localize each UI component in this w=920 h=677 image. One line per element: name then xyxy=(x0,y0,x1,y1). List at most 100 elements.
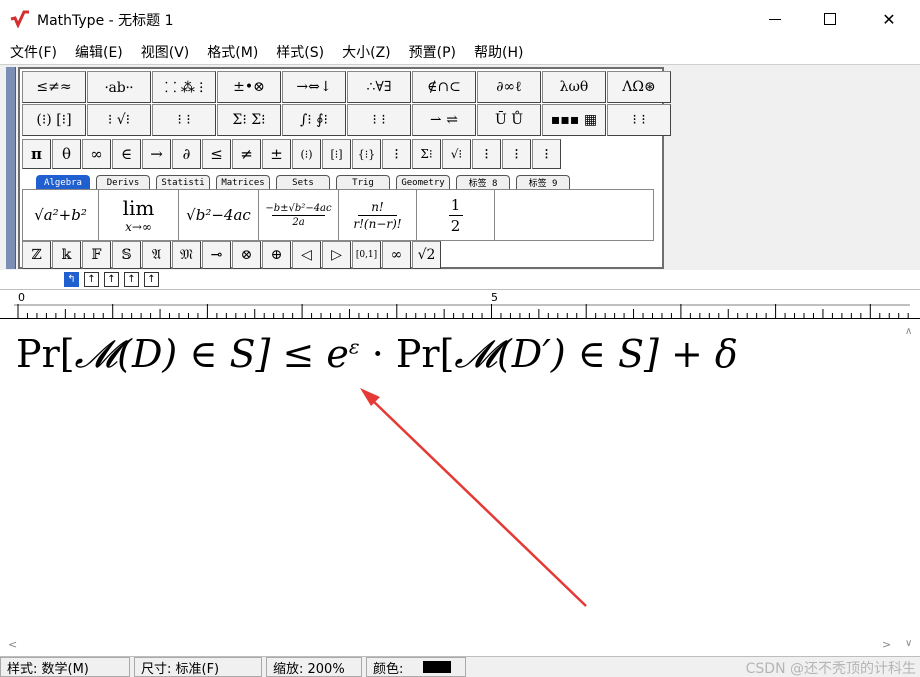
scroll-down-icon[interactable]: ∨ xyxy=(905,638,912,649)
scroll-left-icon[interactable]: < xyxy=(8,638,17,651)
nav-up2-button[interactable]: ↑ xyxy=(104,272,119,287)
tab-algebra[interactable]: Algebra xyxy=(36,175,90,189)
template-pythagoras[interactable]: √a²+b² xyxy=(23,190,99,240)
right-arrow-button[interactable]: → xyxy=(142,139,171,169)
sub-superscript-button[interactable]: ⁝ xyxy=(532,139,561,169)
element-of-button[interactable]: ∈ xyxy=(112,139,141,169)
summation-templates-button[interactable]: Σ⁝ Σ⁝ xyxy=(217,104,281,136)
field-k-symbol-button[interactable]: 𝕜 xyxy=(52,241,81,269)
horizontal-scrollbar[interactable]: < > xyxy=(0,636,900,656)
subscript-button[interactable]: ⁝ xyxy=(502,139,531,169)
scroll-up-icon[interactable]: ∧ xyxy=(905,326,912,337)
parentheses-button[interactable]: (⁝) xyxy=(292,139,321,169)
menu-view[interactable]: 视图(V) xyxy=(141,38,190,64)
braces-button[interactable]: {⁝} xyxy=(352,139,381,169)
close-button[interactable]: ✕ xyxy=(864,0,914,38)
tab-geometry[interactable]: Geometry xyxy=(396,175,450,189)
fraction-radical-templates-button[interactable]: ⁝ √⁝ xyxy=(87,104,151,136)
menu-size[interactable]: 大小(Z) xyxy=(342,38,391,64)
menu-help[interactable]: 帮助(H) xyxy=(474,38,523,64)
theta-symbol-button[interactable]: θ xyxy=(52,139,81,169)
less-equal-button[interactable]: ≤ xyxy=(202,139,231,169)
quadratic-numerator: −b±√b²−4ac xyxy=(265,202,332,214)
greek-upper-palette-button[interactable]: ΛΩ⊛ xyxy=(607,71,671,103)
plus-minus-button[interactable]: ± xyxy=(262,139,291,169)
superscript-button[interactable]: ⁝ xyxy=(472,139,501,169)
summation-button[interactable]: Σ⁝ xyxy=(412,139,441,169)
minimize-button[interactable] xyxy=(750,0,800,38)
maximize-button[interactable] xyxy=(805,0,855,38)
tab-nav-buttons: ↰ ↑ ↑ ↑ ↑ xyxy=(64,272,164,287)
square-root-button[interactable]: √⁝ xyxy=(442,139,471,169)
nav-up3-button[interactable]: ↑ xyxy=(124,272,139,287)
tab-derivs[interactable]: Derivs xyxy=(96,175,150,189)
nav-up4-button[interactable]: ↑ xyxy=(144,272,159,287)
circle-plus-button[interactable]: ⊕ xyxy=(262,241,291,269)
ruler: 0 5 xyxy=(0,289,920,319)
tab-label-9[interactable]: 标签 9 xyxy=(516,175,570,189)
closed-interval-button[interactable]: [0,1] xyxy=(352,241,381,269)
embellishments-palette-button[interactable]: ⸬ ⁂ ⁝ xyxy=(152,71,216,103)
fraktur-a-symbol-button[interactable]: 𝔄 xyxy=(142,241,171,269)
matrix-templates-button[interactable]: ▪▪▪ ▦ xyxy=(542,104,606,136)
template-one-half[interactable]: 1 2 xyxy=(417,190,495,240)
menu-preferences[interactable]: 预置(P) xyxy=(409,38,456,64)
pi-symbol-button[interactable]: π xyxy=(22,139,51,169)
fraction-button[interactable]: ⁝ xyxy=(382,139,411,169)
misc-symbols-palette-button[interactable]: ∂∞ℓ xyxy=(477,71,541,103)
vertical-scrollbar[interactable]: ∧ ∨ xyxy=(900,320,920,657)
labeled-arrow-templates-button[interactable]: ⇀ ⇌ xyxy=(412,104,476,136)
not-equal-button[interactable]: ≠ xyxy=(232,139,261,169)
left-triangle-button[interactable]: ◁ xyxy=(292,241,321,269)
equation-editor[interactable]: Pr[𝓜(D) ∈ S] ≤ eε · Pr[𝓜(D′) ∈ S] + δ xyxy=(0,320,900,655)
nav-first-button[interactable]: ↰ xyxy=(64,272,79,287)
close-icon: ✕ xyxy=(882,9,896,29)
infinity-button[interactable]: ∞ xyxy=(382,241,411,269)
tab-label-8[interactable]: 标签 8 xyxy=(456,175,510,189)
menu-edit[interactable]: 编辑(E) xyxy=(75,38,123,64)
logic-palette-button[interactable]: ∴∀∃ xyxy=(347,71,411,103)
arrows-palette-button[interactable]: →⇔↓ xyxy=(282,71,346,103)
template-empty-slot[interactable] xyxy=(495,190,653,240)
multimap-symbol-button[interactable]: ⊸ xyxy=(202,241,231,269)
box-templates-button[interactable]: ⁝ ⁝ xyxy=(607,104,671,136)
template-binomial[interactable]: n! r!(n−r)! xyxy=(339,190,417,240)
underbar-overbar-templates-button[interactable]: ⁝ ⁝ xyxy=(347,104,411,136)
brackets-button[interactable]: [⁝] xyxy=(322,139,351,169)
circle-times-button[interactable]: ⊗ xyxy=(232,241,261,269)
template-discriminant[interactable]: √b²−4ac xyxy=(179,190,259,240)
menu-format[interactable]: 格式(M) xyxy=(207,38,258,64)
menu-style[interactable]: 样式(S) xyxy=(276,38,324,64)
template-quadratic-formula[interactable]: −b±√b²−4ac 2a xyxy=(259,190,339,240)
operators-palette-button[interactable]: ±•⊗ xyxy=(217,71,281,103)
template-limit[interactable]: lim x→∞ xyxy=(99,190,179,240)
sqrt-two-button[interactable]: √2 xyxy=(412,241,441,269)
fences-templates-button[interactable]: (⁝) [⁝] xyxy=(22,104,86,136)
tab-trig[interactable]: Trig xyxy=(336,175,390,189)
integral-templates-button[interactable]: ∫⁝ ∮⁝ xyxy=(282,104,346,136)
menu-file[interactable]: 文件(F) xyxy=(10,38,57,64)
set-s-symbol-button[interactable]: 𝕊 xyxy=(112,241,141,269)
subscript-superscript-templates-button[interactable]: ⁝ ⁝ xyxy=(152,104,216,136)
integers-symbol-button[interactable]: ℤ xyxy=(22,241,51,269)
partial-button[interactable]: ∂ xyxy=(172,139,201,169)
status-zoom: 缩放: 200% xyxy=(266,657,362,677)
right-triangle-button[interactable]: ▷ xyxy=(322,241,351,269)
products-templates-button[interactable]: Ū Ů xyxy=(477,104,541,136)
infinity-symbol-button[interactable]: ∞ xyxy=(82,139,111,169)
palette-row-3: π θ ∞ ∈ → ∂ ≤ ≠ ± (⁝) [⁝] {⁝} ⁝ Σ⁝ √⁝ ⁝ … xyxy=(22,139,562,169)
toolbar-grip[interactable] xyxy=(6,67,16,269)
nav-up-button[interactable]: ↑ xyxy=(84,272,99,287)
relations-palette-button[interactable]: ≤≠≈ xyxy=(22,71,86,103)
tab-sets[interactable]: Sets xyxy=(276,175,330,189)
tab-matrices[interactable]: Matrices xyxy=(216,175,270,189)
set-theory-palette-button[interactable]: ∉∩⊂ xyxy=(412,71,476,103)
greek-lower-palette-button[interactable]: λωθ xyxy=(542,71,606,103)
fraktur-m-symbol-button[interactable]: 𝔐 xyxy=(172,241,201,269)
scroll-right-icon[interactable]: > xyxy=(882,638,891,651)
tab-statistics[interactable]: Statisti xyxy=(156,175,210,189)
field-f-symbol-button[interactable]: 𝔽 xyxy=(82,241,111,269)
spaces-ellipses-palette-button[interactable]: ⸱ab⸱⸱ xyxy=(87,71,151,103)
palette-row-5: ℤ 𝕜 𝔽 𝕊 𝔄 𝔐 ⊸ ⊗ ⊕ ◁ ▷ [0,1] ∞ √2 xyxy=(22,241,442,269)
title-bar: MathType - 无标题 1 ✕ xyxy=(0,0,920,38)
